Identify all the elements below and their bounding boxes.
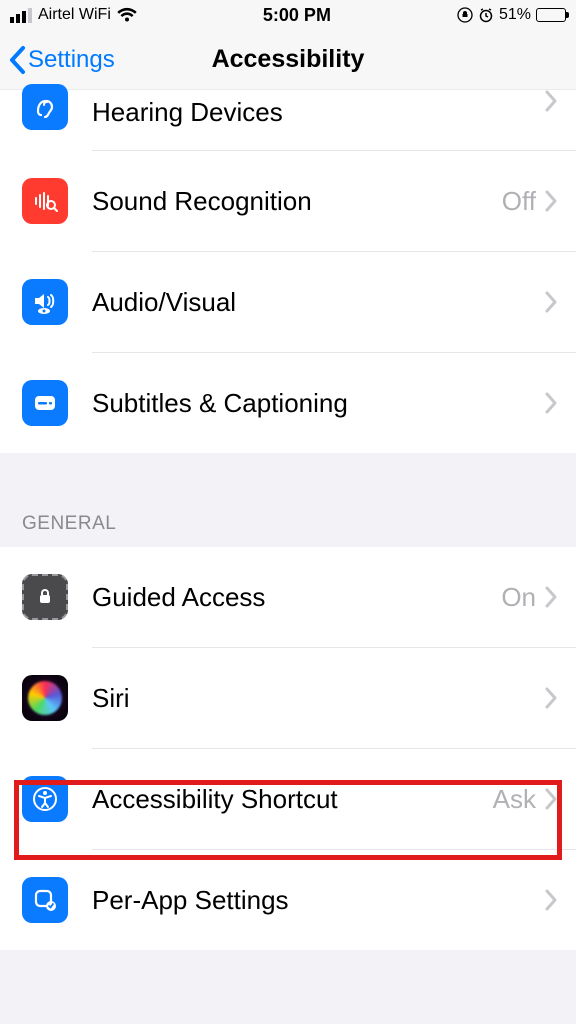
page-title: Accessibility bbox=[212, 45, 365, 74]
row-value: Off bbox=[502, 186, 536, 217]
waveform-search-icon bbox=[22, 178, 68, 224]
chevron-right-icon bbox=[544, 586, 558, 608]
row-subtitles-captioning[interactable]: Subtitles & Captioning bbox=[0, 353, 576, 453]
row-siri[interactable]: Siri bbox=[0, 648, 576, 748]
section-general: Guided Access On Siri Accessibility Shor… bbox=[0, 547, 576, 950]
status-left: Airtel WiFi bbox=[10, 6, 137, 24]
status-right: 51% bbox=[457, 6, 566, 24]
battery-percent: 51% bbox=[499, 6, 531, 24]
row-label: Sound Recognition bbox=[92, 186, 502, 217]
chevron-right-icon bbox=[544, 392, 558, 414]
row-hearing-devices[interactable]: Hearing Devices bbox=[0, 90, 576, 150]
carrier-label: Airtel WiFi bbox=[38, 6, 111, 24]
row-value: Ask bbox=[493, 784, 536, 815]
bottom-spacer bbox=[0, 950, 576, 1010]
cellular-signal-icon bbox=[10, 8, 32, 23]
row-label: Per-App Settings bbox=[92, 885, 544, 916]
row-label: Siri bbox=[92, 683, 544, 714]
back-button[interactable]: Settings bbox=[0, 45, 115, 75]
guided-access-icon bbox=[22, 574, 68, 620]
row-label: Guided Access bbox=[92, 582, 501, 613]
row-label: Subtitles & Captioning bbox=[92, 388, 544, 419]
battery-icon bbox=[536, 8, 566, 22]
row-audio-visual[interactable]: Audio/Visual bbox=[0, 252, 576, 352]
section-header-general: GENERAL bbox=[0, 453, 576, 547]
chevron-right-icon bbox=[544, 90, 558, 112]
row-value: On bbox=[501, 582, 536, 613]
status-bar: Airtel WiFi 5:00 PM 51% bbox=[0, 0, 576, 30]
back-label: Settings bbox=[28, 46, 115, 74]
chevron-right-icon bbox=[544, 788, 558, 810]
rotation-lock-icon bbox=[457, 7, 473, 23]
row-per-app-settings[interactable]: Per-App Settings bbox=[0, 850, 576, 950]
row-label: Hearing Devices bbox=[92, 90, 544, 134]
chevron-right-icon bbox=[544, 190, 558, 212]
alarm-icon bbox=[478, 7, 494, 23]
row-guided-access[interactable]: Guided Access On bbox=[0, 547, 576, 647]
per-app-icon bbox=[22, 877, 68, 923]
chevron-right-icon bbox=[544, 889, 558, 911]
siri-icon bbox=[22, 675, 68, 721]
row-accessibility-shortcut[interactable]: Accessibility Shortcut Ask bbox=[0, 749, 576, 849]
wifi-icon bbox=[117, 7, 137, 23]
captions-icon bbox=[22, 380, 68, 426]
status-time: 5:00 PM bbox=[263, 5, 331, 26]
row-label: Audio/Visual bbox=[92, 287, 544, 318]
row-sound-recognition[interactable]: Sound Recognition Off bbox=[0, 151, 576, 251]
nav-header: Settings Accessibility bbox=[0, 30, 576, 90]
chevron-right-icon bbox=[544, 687, 558, 709]
accessibility-icon bbox=[22, 776, 68, 822]
speaker-eye-icon bbox=[22, 279, 68, 325]
chevron-left-icon bbox=[8, 45, 26, 75]
row-label: Accessibility Shortcut bbox=[92, 784, 493, 815]
chevron-right-icon bbox=[544, 291, 558, 313]
ear-icon bbox=[22, 84, 68, 130]
section-hearing: Hearing Devices Sound Recognition Off bbox=[0, 90, 576, 453]
